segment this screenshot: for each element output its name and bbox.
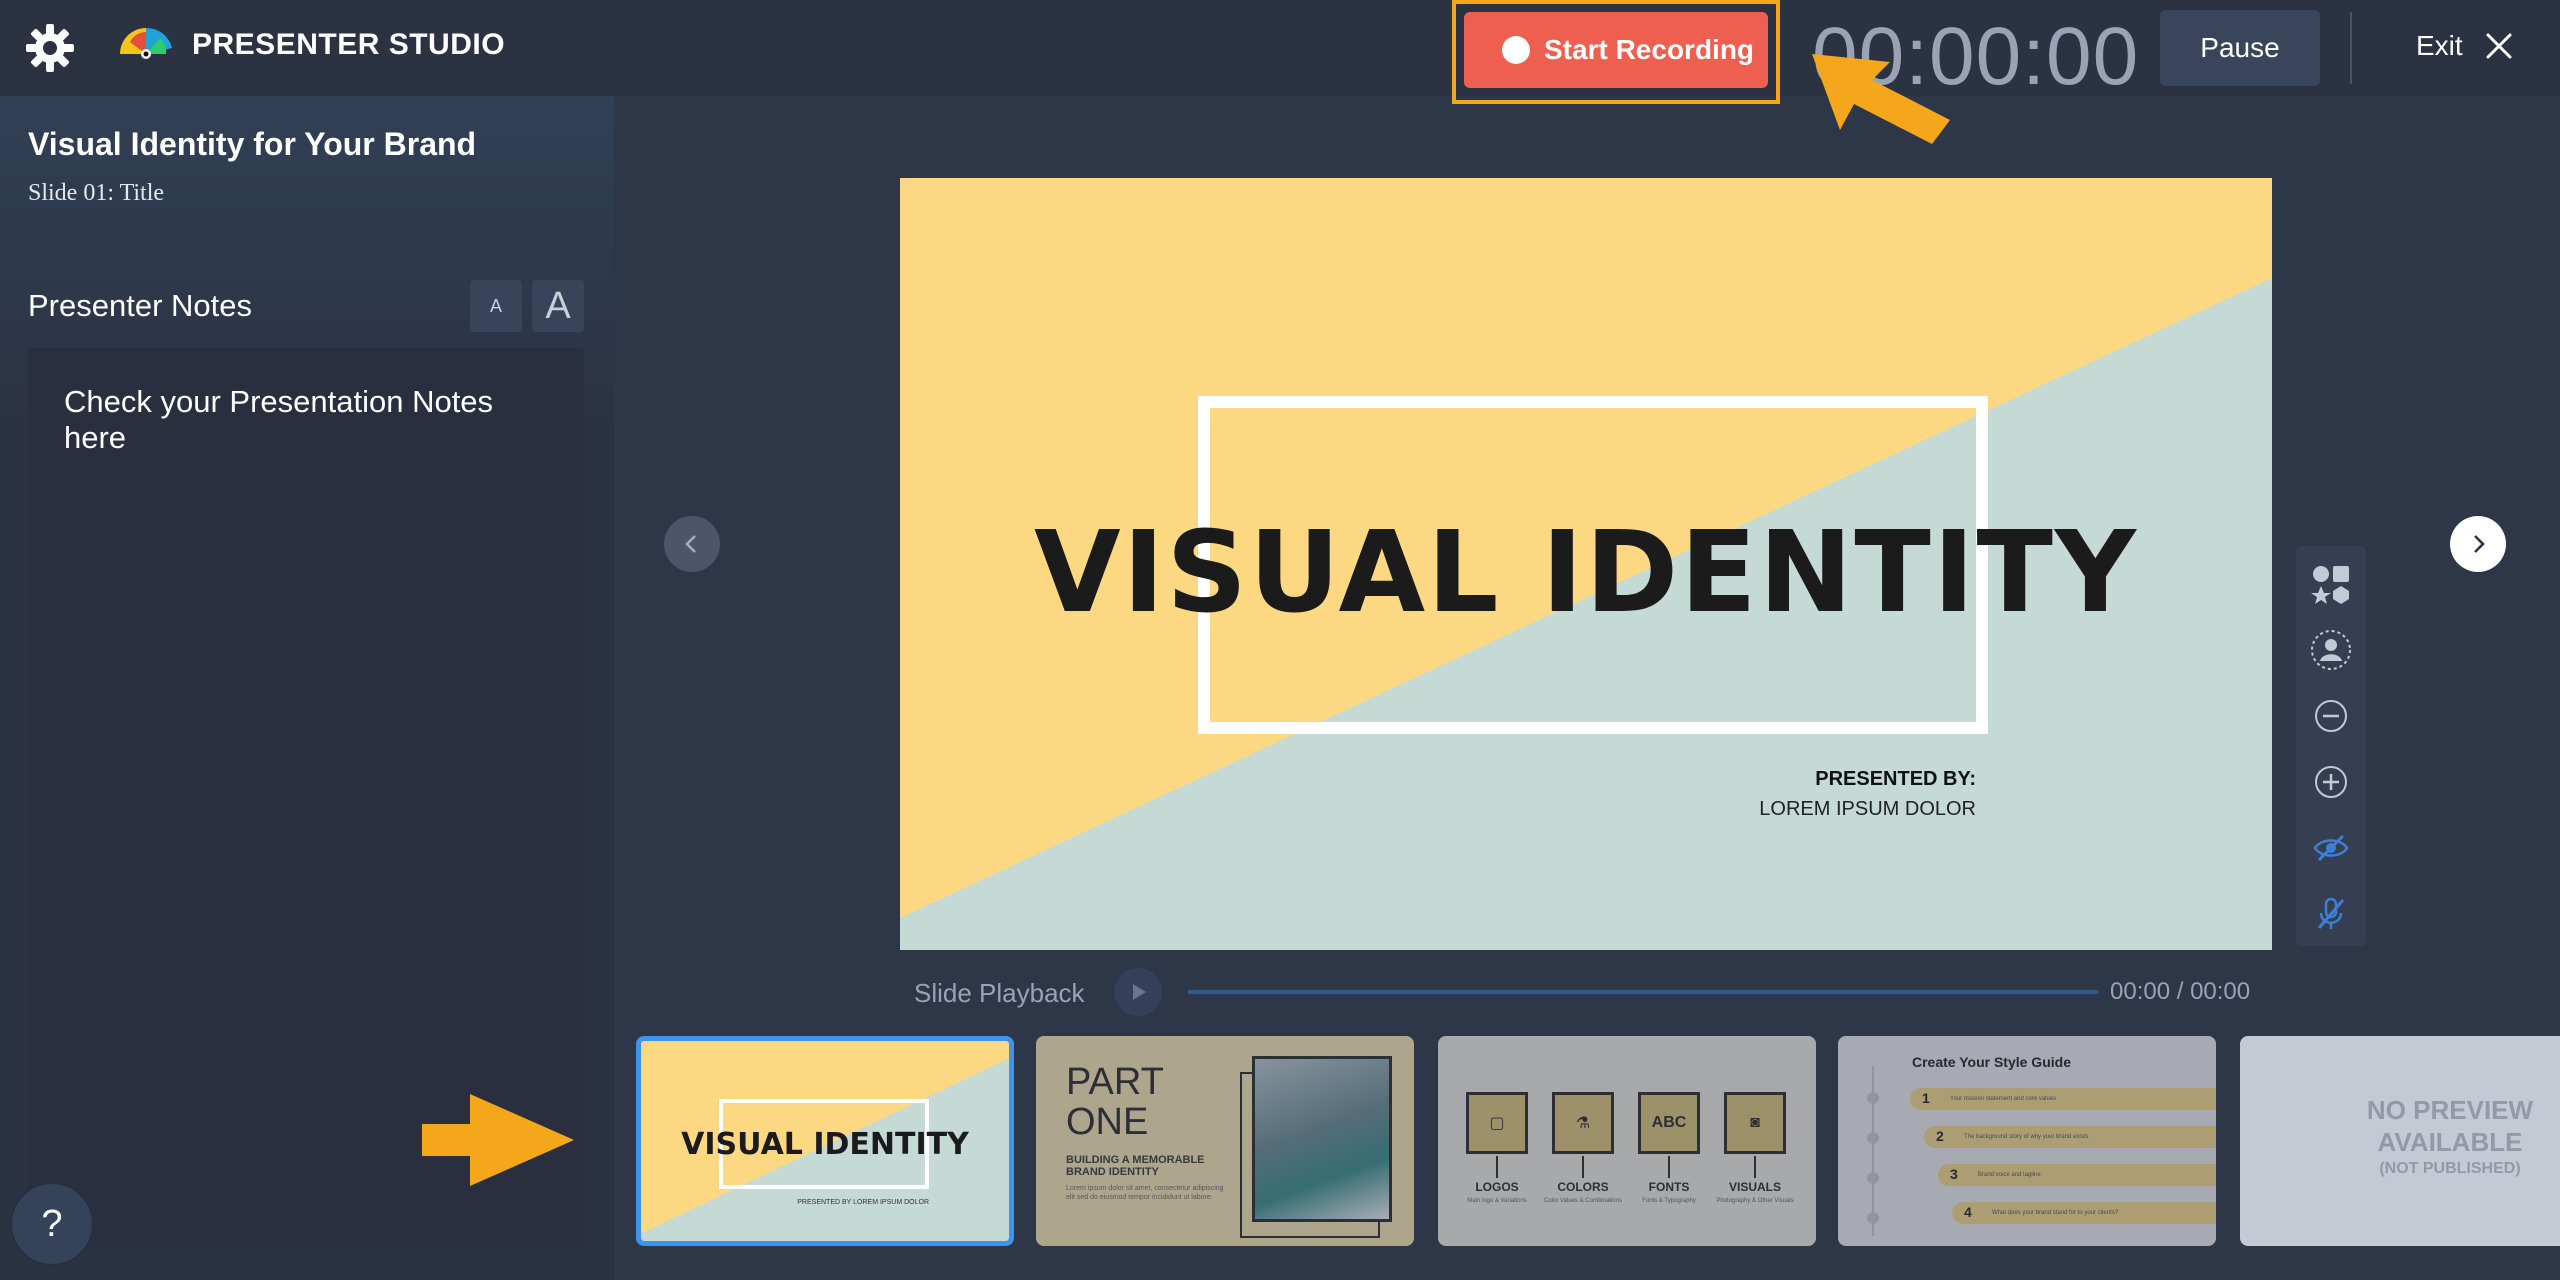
chevron-left-icon <box>685 535 696 553</box>
top-bar: PRESENTER STUDIO Start Recording 00:00:0… <box>0 0 2560 104</box>
slide-thumbnail-2[interactable]: PART ONE BUILDING A MEMORABLE BRAND IDEN… <box>1036 1036 1414 1246</box>
current-slide: VISUAL IDENTITY PRESENTED BY: LOREM IPSU… <box>900 178 2272 950</box>
next-slide-button[interactable] <box>2450 516 2506 572</box>
playback-progress-bar[interactable] <box>1188 990 2098 994</box>
pointer-arrow-icon <box>1812 54 1950 144</box>
playback-time: 00:00 / 00:00 <box>2110 978 2251 1005</box>
slide-tool-strip <box>2296 546 2366 946</box>
font-size-increase-button[interactable]: A <box>532 280 584 332</box>
play-icon <box>1133 984 1146 1000</box>
avatar-tool-button[interactable] <box>2305 624 2357 676</box>
close-icon <box>2486 33 2512 59</box>
slide-thumbnail-1[interactable]: VISUAL IDENTITY PRESENTED BY LOREM IPSUM… <box>636 1036 1014 1246</box>
brand-name: PRESENTER STUDIO <box>192 28 506 61</box>
slide-thumbnail-3[interactable]: ▢ LOGOS Main logo & Variations ⚗ COLORS … <box>1438 1036 1816 1246</box>
pause-button[interactable]: Pause <box>2160 10 2320 86</box>
record-dot-icon <box>1502 36 1530 64</box>
slide-title: VISUAL IDENTITY <box>1033 508 2138 638</box>
mute-mic-button[interactable] <box>2305 888 2357 940</box>
shapes-tool-button[interactable] <box>2305 558 2357 610</box>
presenter-notes-text: Check your Presentation Notes here <box>64 384 494 455</box>
avatar-icon <box>2311 630 2351 670</box>
slide-presented-by: PRESENTED BY: <box>1815 768 1976 790</box>
slide-playback-label: Slide Playback <box>914 978 1085 1008</box>
exit-label: Exit <box>2416 30 2463 61</box>
mic-off-icon <box>2317 897 2345 929</box>
zoom-in-icon <box>2315 766 2347 798</box>
help-button[interactable]: ? <box>10 1182 94 1266</box>
previous-slide-button[interactable] <box>664 516 720 572</box>
thumbnail-caption: PRESENTED BY LOREM IPSUM DOLOR <box>797 1199 929 1206</box>
hide-icon <box>2313 834 2349 862</box>
presenter-notes-heading: Presenter Notes <box>28 288 252 323</box>
shapes-icon <box>2311 566 2349 604</box>
slide-presenter-name: LOREM IPSUM DOLOR <box>1759 798 1976 820</box>
zoom-out-button[interactable] <box>2305 690 2357 742</box>
deck-title: Visual Identity for Your Brand <box>28 126 477 162</box>
gear-icon[interactable] <box>24 22 76 74</box>
toolbar-divider <box>2350 12 2352 84</box>
start-recording-button[interactable]: Start Recording <box>1464 12 1768 88</box>
zoom-in-button[interactable] <box>2305 756 2357 808</box>
play-button[interactable] <box>1114 968 1162 1016</box>
zoom-out-icon <box>2315 700 2347 732</box>
slide-thumbnail-5[interactable]: NO PREVIEW AVAILABLE (NOT PUBLISHED) <box>2240 1036 2560 1246</box>
not-published-label: (NOT PUBLISHED) <box>2379 1160 2521 1177</box>
record-highlight: Start Recording <box>1452 0 1780 104</box>
no-preview-line2: AVAILABLE <box>2377 1127 2523 1157</box>
slide-thumbnail-4[interactable]: Create Your Style Guide 1 Your mission s… <box>1838 1036 2216 1246</box>
exit-button[interactable]: Exit <box>2416 30 2513 62</box>
current-slide-label: Slide 01: Title <box>28 180 165 206</box>
thumbnail-title: VISUAL IDENTITY <box>681 1127 969 1162</box>
chevron-right-icon <box>2474 535 2485 553</box>
brand-logo-icon <box>120 27 172 59</box>
hide-camera-button[interactable] <box>2305 822 2357 874</box>
font-size-decrease-button[interactable]: A <box>470 280 522 332</box>
start-recording-label: Start Recording <box>1544 34 1755 65</box>
pointer-arrow-icon <box>422 1094 574 1186</box>
no-preview-line1: NO PREVIEW <box>2366 1095 2534 1125</box>
